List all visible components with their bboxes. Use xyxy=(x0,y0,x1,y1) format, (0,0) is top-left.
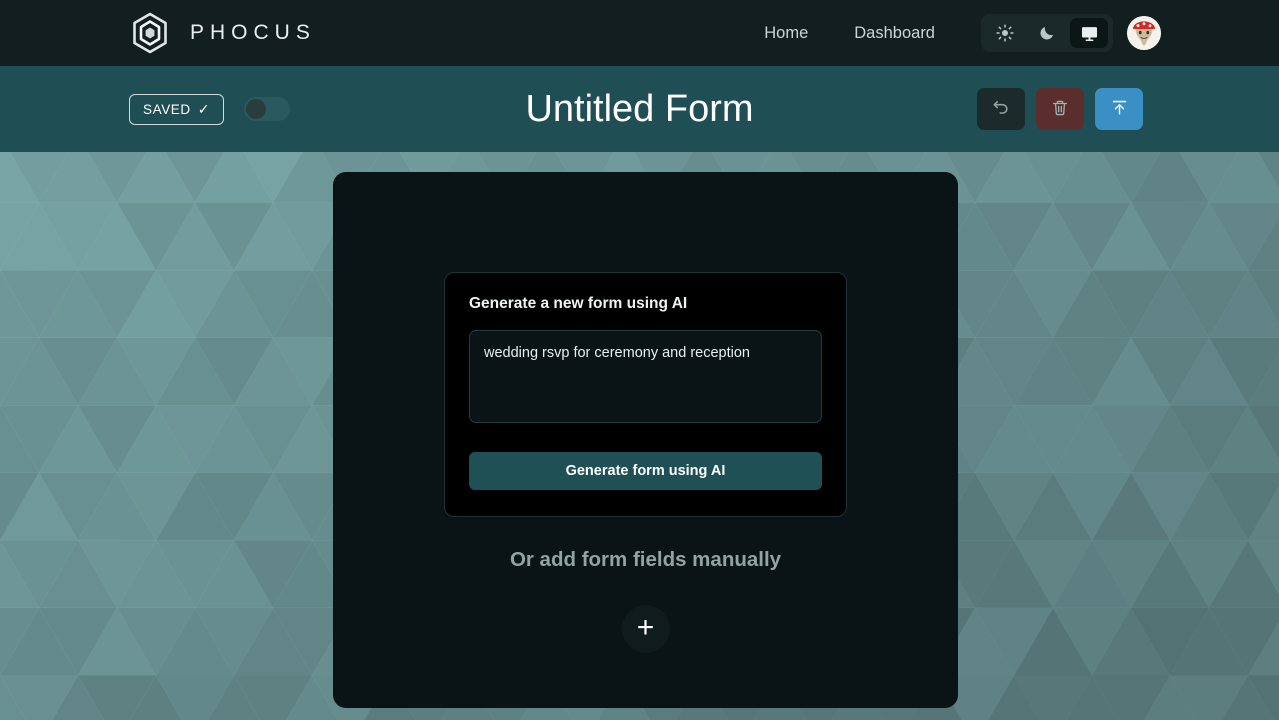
sun-icon xyxy=(996,24,1014,42)
plus-icon: + xyxy=(636,610,655,644)
toggle-knob xyxy=(246,99,267,119)
brand[interactable]: PHOCUS xyxy=(128,11,316,55)
nav-link-dashboard[interactable]: Dashboard xyxy=(854,24,935,43)
upload-icon xyxy=(1110,98,1129,120)
nav-right-cluster xyxy=(981,14,1161,52)
form-enabled-toggle[interactable] xyxy=(244,97,291,121)
theme-switcher xyxy=(981,14,1113,52)
form-canvas-card: Generate a new form using AI Generate fo… xyxy=(333,172,958,708)
saved-status-badge[interactable]: SAVED ✓ xyxy=(129,93,225,125)
theme-light-button[interactable] xyxy=(986,18,1024,48)
top-navigation-bar: PHOCUS Home Dashboard xyxy=(0,0,1279,66)
form-toolbar: SAVED ✓ Untitled Form xyxy=(0,66,1279,152)
delete-button[interactable] xyxy=(1036,88,1084,130)
ai-panel-heading: Generate a new form using AI xyxy=(469,295,688,312)
toolbar-left: SAVED ✓ xyxy=(24,93,291,125)
undo-arrow-icon xyxy=(991,98,1011,121)
avatar[interactable] xyxy=(1127,16,1161,50)
toolbar-right xyxy=(977,88,1255,130)
brand-name: PHOCUS xyxy=(190,21,316,44)
nav-links: Home Dashboard xyxy=(764,24,935,43)
ai-prompt-input[interactable] xyxy=(469,330,822,423)
publish-button[interactable] xyxy=(1095,88,1143,130)
add-field-button[interactable]: + xyxy=(621,605,670,653)
hexagon-logo-icon xyxy=(128,11,172,55)
ai-generate-panel: Generate a new form using AI Generate fo… xyxy=(444,272,847,517)
theme-system-button[interactable] xyxy=(1070,18,1108,48)
monitor-icon xyxy=(1080,24,1099,43)
saved-label: SAVED xyxy=(143,101,191,117)
undo-button[interactable] xyxy=(977,88,1025,130)
nav-link-home[interactable]: Home xyxy=(764,24,808,43)
generate-form-button[interactable]: Generate form using AI xyxy=(469,452,822,490)
check-icon: ✓ xyxy=(197,101,211,117)
builder-stage: Generate a new form using AI Generate fo… xyxy=(0,152,1279,720)
trash-icon xyxy=(1051,99,1069,120)
manual-fields-label: Or add form fields manually xyxy=(509,548,782,571)
theme-dark-button[interactable] xyxy=(1028,18,1066,48)
moon-icon xyxy=(1038,24,1056,42)
